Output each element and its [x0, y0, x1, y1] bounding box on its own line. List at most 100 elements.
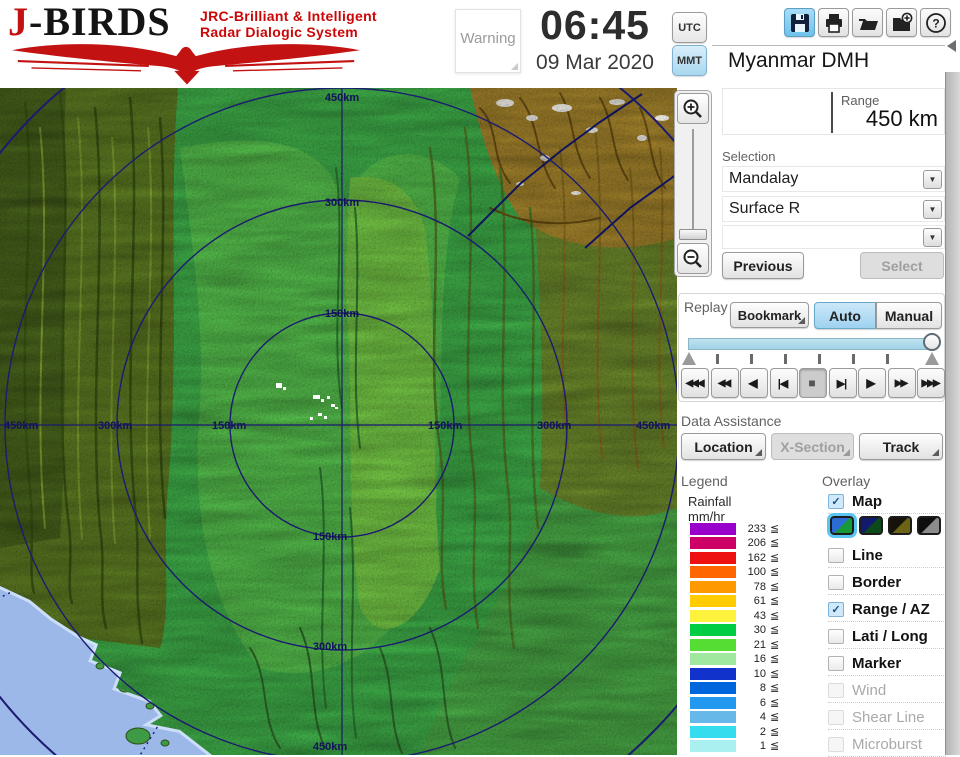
map-style-swatch-1[interactable] — [827, 513, 857, 538]
slider-tick — [886, 354, 889, 364]
skip-end-button[interactable]: ▶| — [828, 368, 857, 398]
legend-row: 16 ≦ — [690, 653, 800, 666]
panel-divider — [712, 45, 945, 46]
utc-button[interactable]: UTC — [672, 12, 707, 43]
previous-button[interactable]: Previous — [722, 252, 804, 279]
station-name: Myanmar DMH — [728, 49, 870, 72]
legend-row: 2 ≦ — [690, 726, 800, 739]
forward-fast-button[interactable]: ▶▶▶ — [917, 368, 945, 398]
product-dropdown-value: Surface R — [729, 200, 801, 217]
eagle-icon — [11, 44, 361, 85]
svg-text:300km: 300km — [98, 420, 132, 432]
stop-button[interactable]: ■ — [799, 368, 827, 398]
legend-swatch — [690, 682, 736, 694]
site-dropdown[interactable]: Mandalay ▼ — [722, 166, 945, 192]
checkbox[interactable] — [828, 574, 844, 590]
zoom-slider-track[interactable] — [692, 129, 694, 239]
xsection-button[interactable]: X-Section — [771, 433, 854, 460]
legend-swatch — [690, 668, 736, 680]
save-button[interactable] — [784, 8, 815, 37]
bookmark-button[interactable]: Bookmark — [730, 302, 809, 328]
magnifier-plus-icon — [683, 99, 702, 118]
checkbox[interactable] — [828, 547, 844, 563]
help-button[interactable]: ? — [920, 8, 951, 37]
location-button[interactable]: Location — [681, 433, 766, 460]
overlay-item-lati-long[interactable]: Lati / Long — [828, 624, 946, 649]
zoom-slider-thumb[interactable] — [679, 229, 707, 240]
map-style-swatch-3[interactable] — [888, 516, 912, 535]
chevron-down-icon[interactable]: ▼ — [923, 228, 942, 247]
header-bar: J-BIRDS JRC-Brilliant & Intelligent Rada… — [0, 0, 960, 88]
zoom-in-button[interactable] — [677, 93, 709, 124]
manual-button[interactable]: Manual — [876, 302, 942, 329]
rewind-button[interactable]: ◀◀ — [710, 368, 739, 398]
checkbox[interactable] — [828, 628, 844, 644]
legend-swatch — [690, 595, 736, 607]
track-button[interactable]: Track — [859, 433, 943, 460]
map-style-swatch-2[interactable] — [859, 516, 883, 535]
legend-swatch — [690, 653, 736, 665]
slider-start-marker[interactable] — [682, 352, 696, 365]
legend-row: 8 ≦ — [690, 682, 800, 695]
legend-row: 21 ≦ — [690, 639, 800, 652]
forward-button[interactable]: ▶▶ — [887, 368, 916, 398]
slider-tick — [852, 354, 855, 364]
skip-start-button[interactable]: |◀ — [769, 368, 798, 398]
legend-row: 233 ≦ — [690, 523, 800, 536]
play-button[interactable]: ▶ — [858, 368, 886, 398]
replay-slider-thumb[interactable] — [923, 333, 941, 351]
select-button[interactable]: Select — [860, 252, 944, 279]
extra-dropdown[interactable]: ▼ — [722, 225, 945, 249]
open-folder-button[interactable] — [852, 8, 883, 37]
jbirds-window: J-BIRDS JRC-Brilliant & Intelligent Rada… — [0, 0, 960, 757]
svg-text:?: ? — [932, 16, 939, 30]
legend-row: 30 ≦ — [690, 624, 800, 637]
checkbox — [828, 682, 844, 698]
range-value: 450 km — [865, 106, 938, 131]
legend-swatch — [690, 523, 736, 535]
mmt-button[interactable]: MMT — [672, 45, 707, 76]
checkbox[interactable] — [828, 655, 844, 671]
help-icon: ? — [925, 12, 946, 33]
replay-slider-track[interactable] — [688, 338, 935, 350]
logo-subtitle: JRC-Brilliant & Intelligent Radar Dialog… — [200, 8, 377, 41]
svg-text:450km: 450km — [313, 741, 347, 753]
add-folder-button[interactable] — [886, 8, 917, 37]
overlay-item-line[interactable]: Line — [828, 543, 946, 568]
printer-icon — [825, 13, 842, 33]
rewind-fast-button[interactable]: ◀◀◀ — [681, 368, 709, 398]
overlay-item-shear-line: Shear Line — [828, 705, 946, 730]
panel-resize-strip[interactable] — [945, 72, 960, 755]
overlay-item-range-az[interactable]: ✓ Range / AZ — [828, 597, 946, 622]
auto-button[interactable]: Auto — [814, 302, 876, 329]
slider-end-marker[interactable] — [925, 352, 939, 365]
map-style-swatch-4[interactable] — [917, 516, 941, 535]
print-button[interactable] — [818, 8, 849, 37]
slider-tick — [818, 354, 821, 364]
legend-swatch — [690, 537, 736, 549]
chevron-down-icon[interactable]: ▼ — [923, 170, 942, 189]
svg-text:150km: 150km — [313, 531, 347, 543]
clock-time: 06:45 — [540, 2, 650, 48]
legend-swatch — [690, 639, 736, 651]
replay-label: Replay — [684, 299, 728, 315]
checkbox[interactable]: ✓ — [828, 601, 844, 617]
checkbox[interactable]: ✓ — [828, 493, 844, 509]
legend-swatch — [690, 610, 736, 622]
chevron-down-icon[interactable]: ▼ — [923, 200, 942, 219]
folder-open-icon — [858, 18, 878, 30]
legend-row: 206 ≦ — [690, 537, 800, 550]
data-assistance-label: Data Assistance — [681, 413, 782, 429]
legend-row: 162 ≦ — [690, 552, 800, 565]
product-dropdown[interactable]: Surface R ▼ — [722, 196, 945, 222]
panel-collapse-arrow-icon[interactable] — [947, 40, 956, 52]
svg-text:150km: 150km — [212, 420, 246, 432]
overlay-item-border[interactable]: Border — [828, 570, 946, 595]
overlay-item-map[interactable]: ✓ Map — [828, 489, 946, 514]
play-backward-button[interactable]: ◀ — [740, 368, 768, 398]
legend-swatch — [690, 624, 736, 636]
legend-row: 6 ≦ — [690, 697, 800, 710]
overlay-item-marker[interactable]: Marker — [828, 651, 946, 676]
radar-map[interactable]: 450km 300km 150km 150km 300km 450km 450k… — [0, 88, 677, 755]
zoom-out-button[interactable] — [677, 243, 709, 274]
